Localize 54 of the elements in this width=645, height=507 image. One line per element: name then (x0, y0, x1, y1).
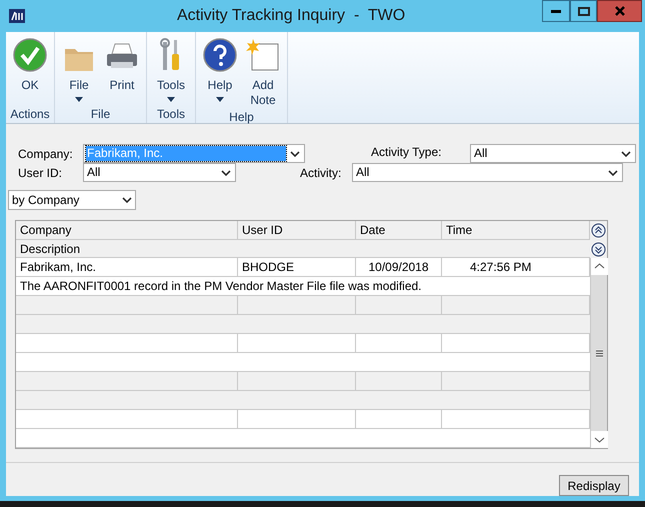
ribbon-group-label: Tools (156, 106, 186, 123)
ribbon-button[interactable]: Print (102, 38, 142, 105)
field-label: Activity: (300, 164, 342, 182)
ribbon-group-label: File (90, 106, 112, 123)
field-value: All (473, 146, 488, 161)
dropdown-caret-icon (122, 197, 132, 203)
column-header: User ID (238, 221, 356, 239)
minimize-button[interactable] (542, 0, 570, 22)
dropdown-caret-icon (221, 170, 231, 176)
sort-dropdown[interactable]: by Company (8, 190, 136, 210)
redisplay-button[interactable]: Redisplay (559, 475, 629, 496)
dropdown-arrow-icon (216, 97, 224, 102)
collapse-rows-icon[interactable] (591, 223, 606, 238)
table-cell: Fabrikam, Inc. (16, 258, 238, 276)
grip-icon (596, 350, 602, 356)
field-value: by Company (12, 192, 80, 209)
dropdown-caret-icon (290, 150, 300, 156)
activity-dropdown[interactable]: All (352, 163, 623, 182)
field-label: Company: (18, 146, 74, 162)
close-icon (614, 6, 624, 16)
field-label: Activity Type: (371, 144, 442, 160)
app-logo-icon (9, 9, 25, 23)
table-cell: 10/09/2018 (356, 258, 442, 276)
scrollbar[interactable] (590, 258, 607, 448)
table-cell: BHODGE (238, 258, 356, 276)
help-icon (203, 38, 237, 72)
close-button[interactable] (597, 0, 642, 22)
checkmark-icon (13, 38, 47, 72)
field-label: User ID: (18, 164, 64, 182)
column-header: Date (356, 221, 442, 239)
ribbon-button[interactable]: Tools (151, 38, 191, 105)
window-title: Activity Tracking Inquiry - TWO (177, 6, 406, 26)
scroll-up-icon[interactable] (590, 258, 608, 275)
ribbon-button[interactable]: OK (10, 38, 50, 105)
field-value: All (355, 165, 370, 180)
ribbon-group-label: Help (228, 109, 255, 126)
ribbon-button[interactable]: File (59, 38, 99, 105)
ribbon-group-label: Actions (10, 106, 50, 123)
dropdown-arrow-icon (167, 97, 175, 102)
ribbon-button[interactable]: Add Note (243, 38, 283, 108)
field-value: Fabrikam, Inc. (86, 146, 286, 161)
scroll-down-icon[interactable] (590, 431, 608, 448)
column-header: Company (16, 221, 238, 239)
dropdown-caret-icon (621, 150, 631, 156)
note-icon (246, 38, 280, 72)
folder-icon (64, 46, 94, 72)
dropdown-arrow-icon (75, 97, 83, 102)
column-header: Description (16, 240, 590, 258)
dropdown-caret-icon (608, 170, 618, 176)
user-id-dropdown[interactable]: All (83, 163, 236, 182)
activity-type-dropdown[interactable]: All (470, 144, 636, 163)
field-value: All (86, 165, 102, 180)
ribbon-button[interactable]: Help (200, 38, 240, 108)
expand-rows-icon[interactable] (591, 242, 606, 257)
